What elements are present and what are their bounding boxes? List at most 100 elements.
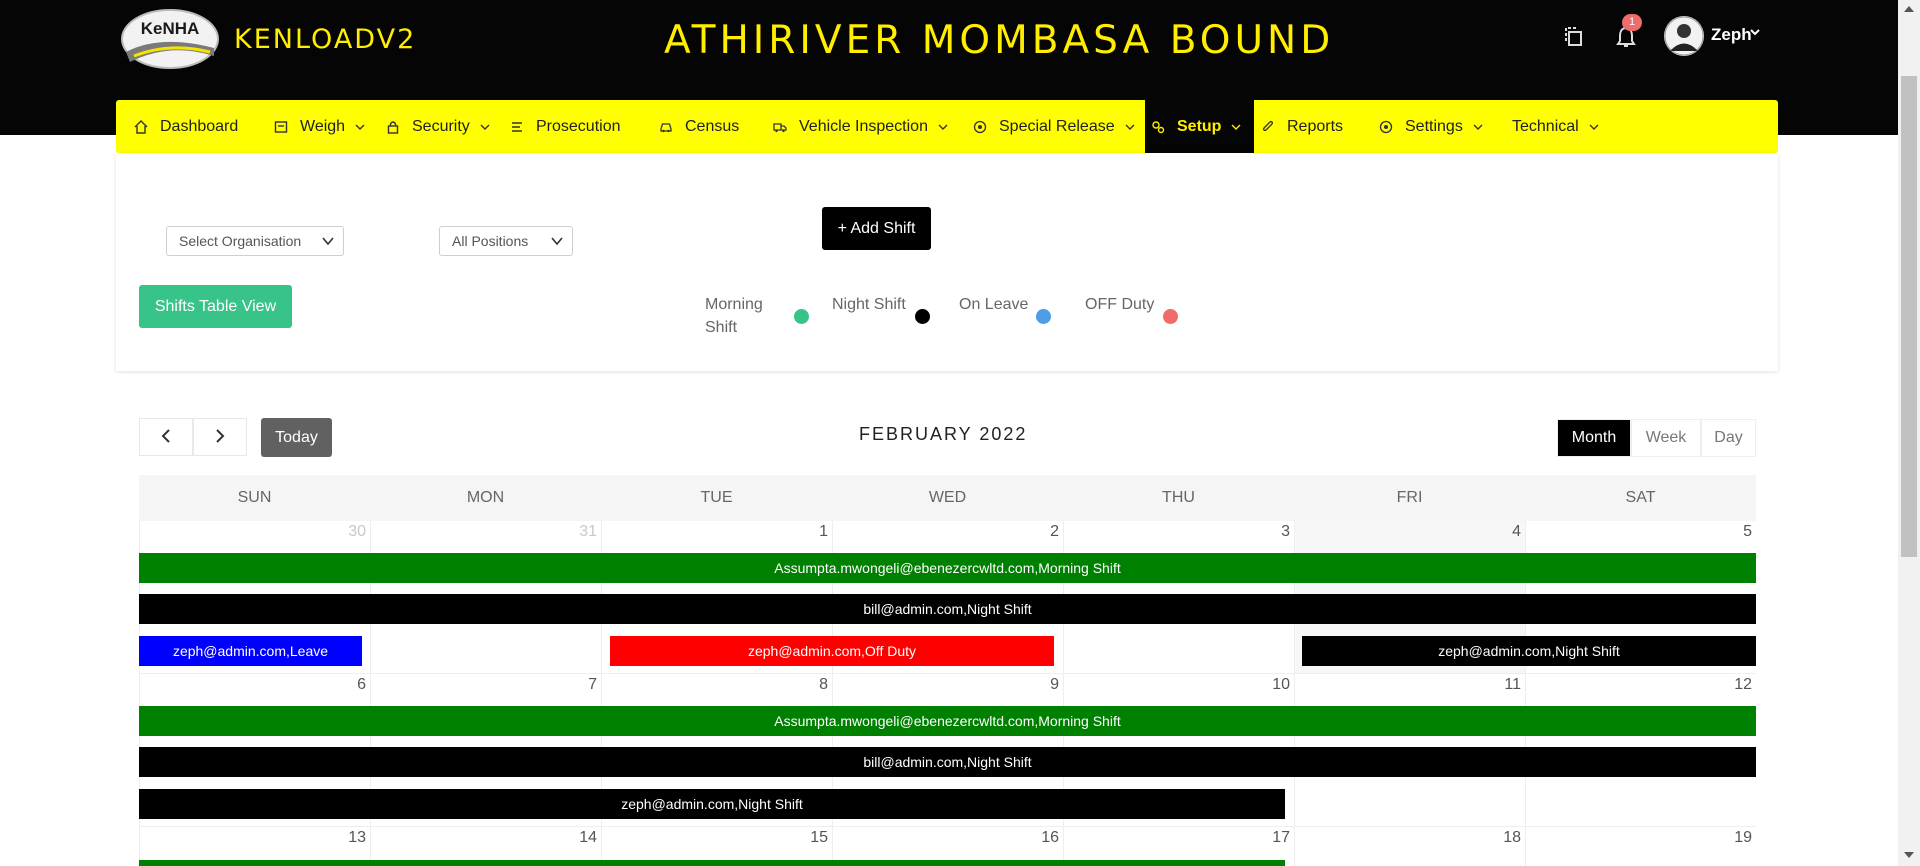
- day-number: 15: [810, 829, 828, 846]
- chevron-down-icon: [355, 124, 365, 130]
- day-cell[interactable]: 18: [1294, 827, 1525, 866]
- prev-month-button[interactable]: [139, 418, 193, 456]
- shifts-table-view-button[interactable]: Shifts Table View: [139, 285, 292, 328]
- target-icon: [973, 120, 987, 133]
- organisation-select[interactable]: Select Organisation: [166, 226, 344, 256]
- user-name[interactable]: Zeph: [1711, 25, 1752, 45]
- nav-label: Technical: [1512, 117, 1579, 135]
- day-number: 9: [1050, 676, 1059, 693]
- legend-leave: On Leave: [959, 293, 1028, 316]
- nav-label: Reports: [1287, 117, 1344, 135]
- chevron-down-icon[interactable]: [1750, 27, 1760, 37]
- page-title: ATHIRIVER MOMBASA BOUND: [664, 18, 1335, 63]
- day-number: 18: [1503, 829, 1521, 846]
- day-number: 13: [348, 829, 366, 846]
- legend-night-dot: [915, 309, 930, 324]
- scroll-down-arrow-icon[interactable]: [1903, 850, 1915, 860]
- legend-night: Night Shift: [832, 293, 906, 316]
- chevron-left-icon: [161, 428, 170, 443]
- legend-morning-dot: [794, 309, 809, 324]
- legend-label: Shift: [705, 319, 738, 336]
- legend-off: OFF Duty: [1085, 293, 1154, 316]
- home-icon: [134, 119, 148, 134]
- shift-event[interactable]: zeph@admin.com,Night Shift: [139, 789, 1285, 819]
- calendar-week: 6 7 8 9 10 11 12 Assumpta.mwongeli@ebene…: [139, 674, 1756, 827]
- user-avatar-icon: [1664, 16, 1704, 56]
- calendar-title: FEBRUARY 2022: [859, 424, 1028, 444]
- day-number: 19: [1734, 829, 1752, 846]
- view-day-button[interactable]: Day: [1701, 419, 1756, 457]
- avatar[interactable]: [1664, 16, 1704, 56]
- chevron-down-icon: [1231, 124, 1241, 130]
- nav-vehicle-inspection[interactable]: Vehicle Inspection: [773, 100, 948, 153]
- nav-special-release[interactable]: Special Release: [973, 100, 1135, 153]
- day-number: 8: [819, 676, 828, 693]
- view-month-button[interactable]: Month: [1557, 419, 1631, 457]
- nav-label: Weigh: [300, 117, 346, 135]
- nav-label: Special Release: [999, 117, 1115, 135]
- chevron-down-icon: [480, 124, 490, 130]
- shift-event[interactable]: [139, 860, 1285, 866]
- today-button[interactable]: Today: [261, 418, 332, 457]
- legend-label: OFF Duty: [1085, 296, 1155, 313]
- scale-icon: [274, 120, 288, 133]
- shift-event[interactable]: zeph@admin.com,Night Shift: [1302, 636, 1756, 666]
- day-number: 31: [579, 523, 597, 540]
- day-number: 5: [1743, 523, 1752, 540]
- shift-event[interactable]: Assumpta.mwongeli@ebenezercwltd.com,Morn…: [139, 553, 1756, 583]
- nav-label: Dashboard: [160, 117, 239, 135]
- nav-security[interactable]: Security: [386, 100, 490, 153]
- shift-event[interactable]: zeph@admin.com,Leave: [139, 636, 362, 666]
- lock-icon: [387, 120, 399, 134]
- positions-select[interactable]: All Positions: [439, 226, 573, 256]
- weekday-label: FRI: [1396, 489, 1423, 506]
- chevron-down-icon: [1125, 124, 1135, 130]
- next-month-button[interactable]: [193, 418, 247, 456]
- shift-event[interactable]: Assumpta.mwongeli@ebenezercwltd.com,Morn…: [139, 706, 1756, 736]
- calendar-weekday-header: SUN MON TUE WED THU FRI SAT: [139, 475, 1756, 521]
- legend-label: Night Shift: [832, 296, 906, 313]
- weekday-label: SAT: [1625, 489, 1656, 506]
- nav-settings[interactable]: Settings: [1379, 100, 1483, 153]
- weekday-label: WED: [928, 489, 967, 506]
- day-number: 1: [819, 523, 828, 540]
- weekday-label: THU: [1162, 489, 1195, 506]
- day-cell[interactable]: 19: [1525, 827, 1756, 866]
- scrollbar-thumb[interactable]: [1901, 76, 1917, 557]
- nav-census[interactable]: Census: [659, 100, 739, 153]
- nav-label: Prosecution: [536, 117, 621, 135]
- day-number: 2: [1050, 523, 1059, 540]
- nav-dashboard[interactable]: Dashboard: [134, 100, 238, 153]
- day-number: 11: [1504, 676, 1521, 693]
- target-icon: [1379, 120, 1393, 133]
- shift-event[interactable]: zeph@admin.com,Off Duty: [610, 636, 1054, 666]
- filter-card: [116, 153, 1778, 371]
- day-number: 14: [579, 829, 597, 846]
- legend-off-dot: [1163, 309, 1178, 324]
- shift-event[interactable]: bill@admin.com,Night Shift: [139, 594, 1756, 624]
- add-shift-button[interactable]: + Add Shift: [822, 207, 931, 250]
- day-number: 3: [1281, 523, 1290, 540]
- page-scrollbar[interactable]: [1898, 0, 1920, 866]
- view-week-button[interactable]: Week: [1631, 419, 1701, 457]
- calendar-week: 13 14 15 16 17 18 19: [139, 827, 1756, 866]
- truck-icon: [773, 122, 787, 132]
- day-number: 6: [357, 676, 366, 693]
- nav-reports[interactable]: Reports: [1261, 100, 1343, 153]
- nav-technical[interactable]: Technical: [1512, 100, 1599, 153]
- positions-select-value: All Positions: [452, 233, 529, 249]
- day-number: 12: [1734, 676, 1752, 693]
- nav-weigh[interactable]: Weigh: [274, 100, 365, 153]
- nav-prosecution[interactable]: Prosecution: [510, 100, 621, 153]
- nav-setup[interactable]: Setup: [1145, 100, 1254, 153]
- kenha-logo[interactable]: KeNHA: [120, 8, 220, 70]
- day-number: 30: [348, 523, 366, 540]
- day-number: 4: [1512, 523, 1521, 540]
- chevron-down-icon: [938, 124, 948, 130]
- paperclip-icon: [1262, 120, 1274, 131]
- copy-icon[interactable]: [1561, 24, 1587, 50]
- car-icon: [660, 122, 672, 132]
- weekday-label: TUE: [700, 489, 733, 506]
- scroll-up-arrow-icon[interactable]: [1903, 4, 1915, 14]
- shift-event[interactable]: bill@admin.com,Night Shift: [139, 747, 1756, 777]
